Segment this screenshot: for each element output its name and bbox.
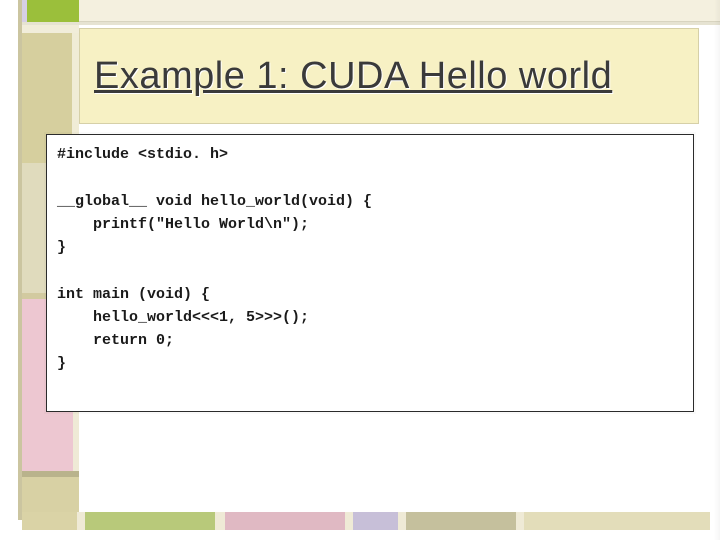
decor-chip [22, 512, 77, 530]
code-listing: #include <stdio. h> __global__ void hell… [57, 143, 683, 376]
decor-chip-pink [225, 512, 345, 530]
decor-chip-olive [406, 512, 516, 530]
title-band: Example 1: CUDA Hello world [79, 28, 699, 124]
decor-gap [516, 512, 524, 530]
slide-canvas: Example 1: CUDA Hello world #include <st… [0, 0, 720, 540]
decor-bottom-row [22, 512, 710, 530]
slide-title: Example 1: CUDA Hello world [94, 55, 612, 98]
decor-right-hint [714, 0, 720, 540]
decor-top-beige [79, 0, 720, 22]
decor-chip-green [85, 512, 215, 530]
decor-topleft-green [27, 0, 79, 22]
decor-gap [215, 512, 225, 530]
decor-gap [77, 512, 85, 530]
decor-gap [345, 512, 353, 530]
decor-chip-sand [524, 512, 710, 530]
code-box: #include <stdio. h> __global__ void hell… [46, 134, 694, 412]
decor-seg [22, 25, 79, 33]
decor-chip-lavender [353, 512, 398, 530]
decor-gap [398, 512, 406, 530]
decor-top-line [22, 22, 720, 25]
